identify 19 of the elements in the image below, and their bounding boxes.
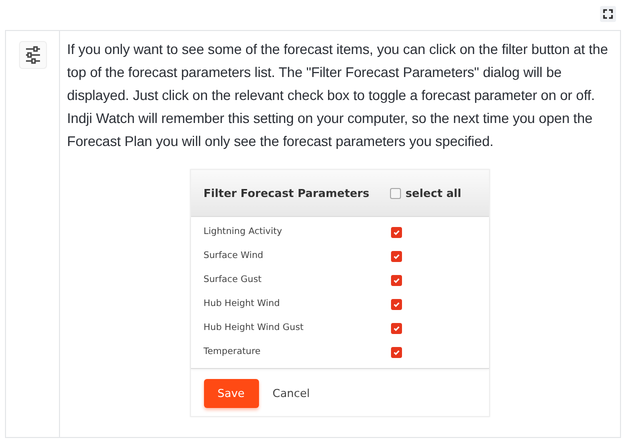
cancel-button[interactable]: Cancel <box>268 383 314 404</box>
parameter-checkbox[interactable] <box>390 322 402 334</box>
parameter-checkbox[interactable] <box>390 226 402 238</box>
sliders-icon <box>18 41 46 69</box>
parameter-label: Surface Gust <box>204 275 263 285</box>
fullscreen-icon[interactable] <box>600 6 616 22</box>
description-paragraph: If you only want to see some of the forecast items, you can click on the filter button at the top of the forecast parameters list. The "Filter Forecast Parameters" dialog will be displayed. Just click on the relevant check box to toggle a forecast parameter on or off. Indji Watch will remember this setting on your computer, so the next time you open the Forecast Plan you will only see the forecast parameters you specified. <box>67 40 609 151</box>
parameter-checkbox[interactable] <box>390 250 402 262</box>
select-all-label: select all <box>406 186 462 200</box>
parameter-label: Temperature <box>204 347 262 357</box>
parameter-label: Surface Wind <box>204 251 264 261</box>
parameter-checkbox[interactable] <box>390 346 402 358</box>
parameter-checkbox[interactable] <box>390 298 402 310</box>
parameter-label: Lightning Activity <box>204 227 284 237</box>
parameter-label: Hub Height Wind Gust <box>204 323 305 333</box>
select-all-checkbox[interactable] <box>390 188 400 198</box>
parameter-label: Hub Height Wind <box>204 299 281 309</box>
dialog-title: Filter Forecast Parameters <box>204 186 370 200</box>
parameter-checkbox[interactable] <box>390 274 402 286</box>
